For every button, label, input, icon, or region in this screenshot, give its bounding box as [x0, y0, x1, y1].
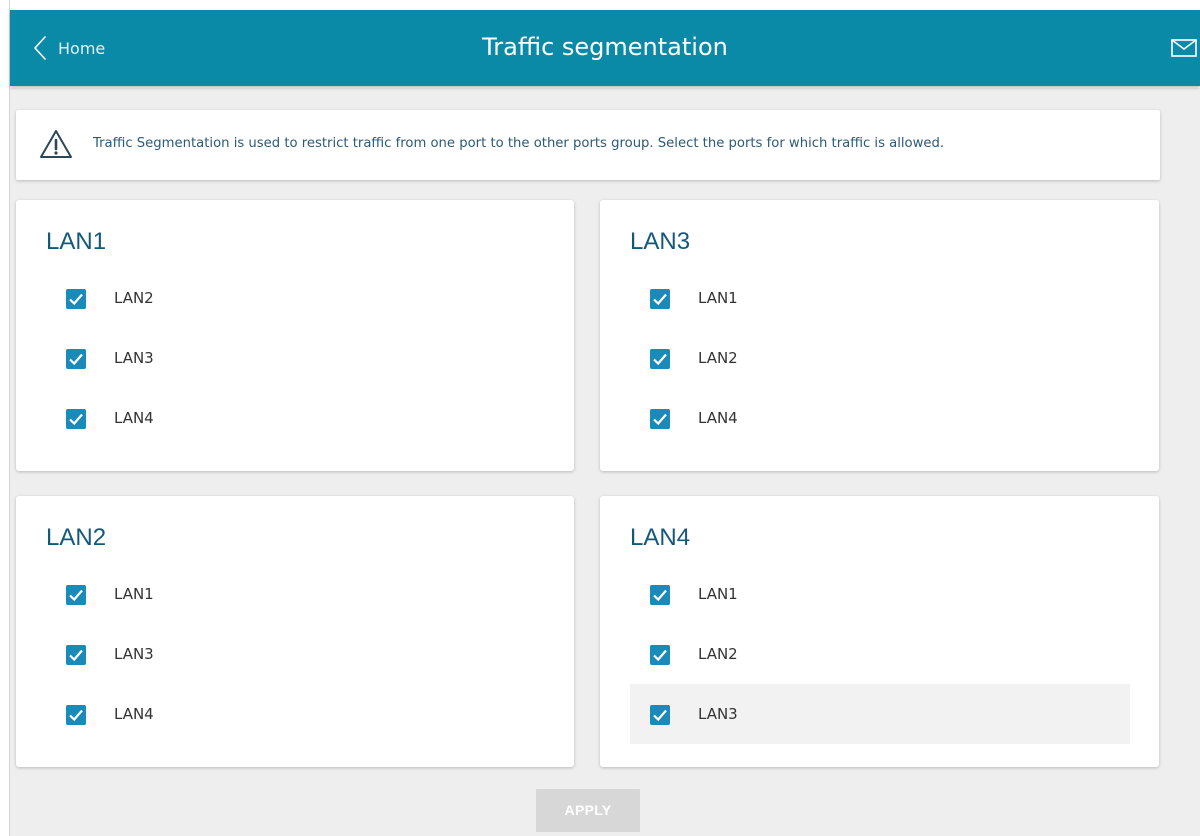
checkbox[interactable]: [66, 349, 86, 369]
checkbox[interactable]: [650, 409, 670, 429]
lan2-segment-card: LAN2 LAN1 LAN3 LAN4: [16, 496, 574, 767]
checkbox-label: LAN3: [114, 349, 154, 367]
checkbox-row[interactable]: LAN1: [630, 564, 1130, 624]
checkbox[interactable]: [650, 645, 670, 665]
checkmark-icon: [69, 589, 83, 602]
checkbox-label: LAN4: [114, 409, 154, 427]
checkmark-icon: [653, 293, 667, 306]
page-title: Traffic segmentation: [482, 33, 728, 61]
checkmark-icon: [69, 353, 83, 366]
checkbox[interactable]: [650, 705, 670, 725]
envelope-icon: [1170, 39, 1200, 64]
card-title: LAN3: [630, 228, 691, 255]
checkbox[interactable]: [66, 585, 86, 605]
apply-button[interactable]: APPLY: [536, 789, 640, 832]
checkmark-icon: [69, 293, 83, 306]
back-home-link[interactable]: Home: [34, 34, 105, 62]
checkbox-label: LAN1: [698, 289, 738, 307]
checkbox[interactable]: [66, 705, 86, 725]
checkmark-icon: [653, 709, 667, 722]
page: Home Traffic segmentation Traffic Segmen…: [0, 0, 1200, 836]
card-title: LAN4: [630, 524, 691, 551]
checkbox-label: LAN1: [698, 585, 738, 603]
checkbox-row[interactable]: LAN2: [630, 328, 1130, 388]
back-home-label: Home: [58, 38, 106, 58]
checkbox[interactable]: [650, 349, 670, 369]
card-title: LAN1: [46, 228, 107, 255]
checkmark-icon: [69, 649, 83, 662]
checkmark-icon: [69, 413, 83, 426]
checkbox-row[interactable]: LAN3: [46, 328, 546, 388]
checkbox-row[interactable]: LAN4: [46, 388, 546, 448]
checkbox[interactable]: [66, 409, 86, 429]
checkbox-label: LAN4: [114, 705, 154, 723]
checkbox[interactable]: [66, 645, 86, 665]
checkmark-icon: [653, 413, 667, 426]
header-bar: Home Traffic segmentation: [10, 10, 1200, 86]
lan1-segment-card: LAN1 LAN2 LAN3 LAN4: [16, 200, 574, 471]
info-notice: Traffic Segmentation is used to restrict…: [16, 110, 1160, 180]
checkbox-label: LAN2: [698, 645, 738, 663]
checkbox-row[interactable]: LAN1: [630, 268, 1130, 328]
checkbox[interactable]: [650, 585, 670, 605]
checkbox-label: LAN4: [698, 409, 738, 427]
lan4-segment-card: LAN4 LAN1 LAN2 LAN3: [600, 496, 1159, 767]
warning-icon: [38, 127, 74, 165]
checkbox-row[interactable]: LAN4: [630, 388, 1130, 448]
checkbox-row[interactable]: LAN3: [46, 624, 546, 684]
checkbox-row[interactable]: LAN1: [46, 564, 546, 624]
lan3-segment-card: LAN3 LAN1 LAN2 LAN4: [600, 200, 1159, 471]
checkbox[interactable]: [650, 289, 670, 309]
notifications-button[interactable]: [1170, 36, 1200, 60]
checkbox-row[interactable]: LAN3: [630, 684, 1130, 744]
checkmark-icon: [653, 589, 667, 602]
checkbox-label: LAN2: [114, 289, 154, 307]
checkbox-label: LAN2: [698, 349, 738, 367]
notice-text: Traffic Segmentation is used to restrict…: [93, 136, 945, 151]
checkbox-label: LAN3: [114, 645, 154, 663]
checkbox-label: LAN1: [114, 585, 154, 603]
checkbox-row[interactable]: LAN2: [46, 268, 546, 328]
card-title: LAN2: [46, 524, 107, 551]
checkmark-icon: [69, 709, 83, 722]
checkmark-icon: [653, 649, 667, 662]
checkbox-row[interactable]: LAN4: [46, 684, 546, 744]
chevron-left-icon: [34, 36, 46, 60]
checkbox[interactable]: [66, 289, 86, 309]
checkbox-row[interactable]: LAN2: [630, 624, 1130, 684]
checkmark-icon: [653, 353, 667, 366]
checkbox-label: LAN3: [698, 705, 738, 723]
